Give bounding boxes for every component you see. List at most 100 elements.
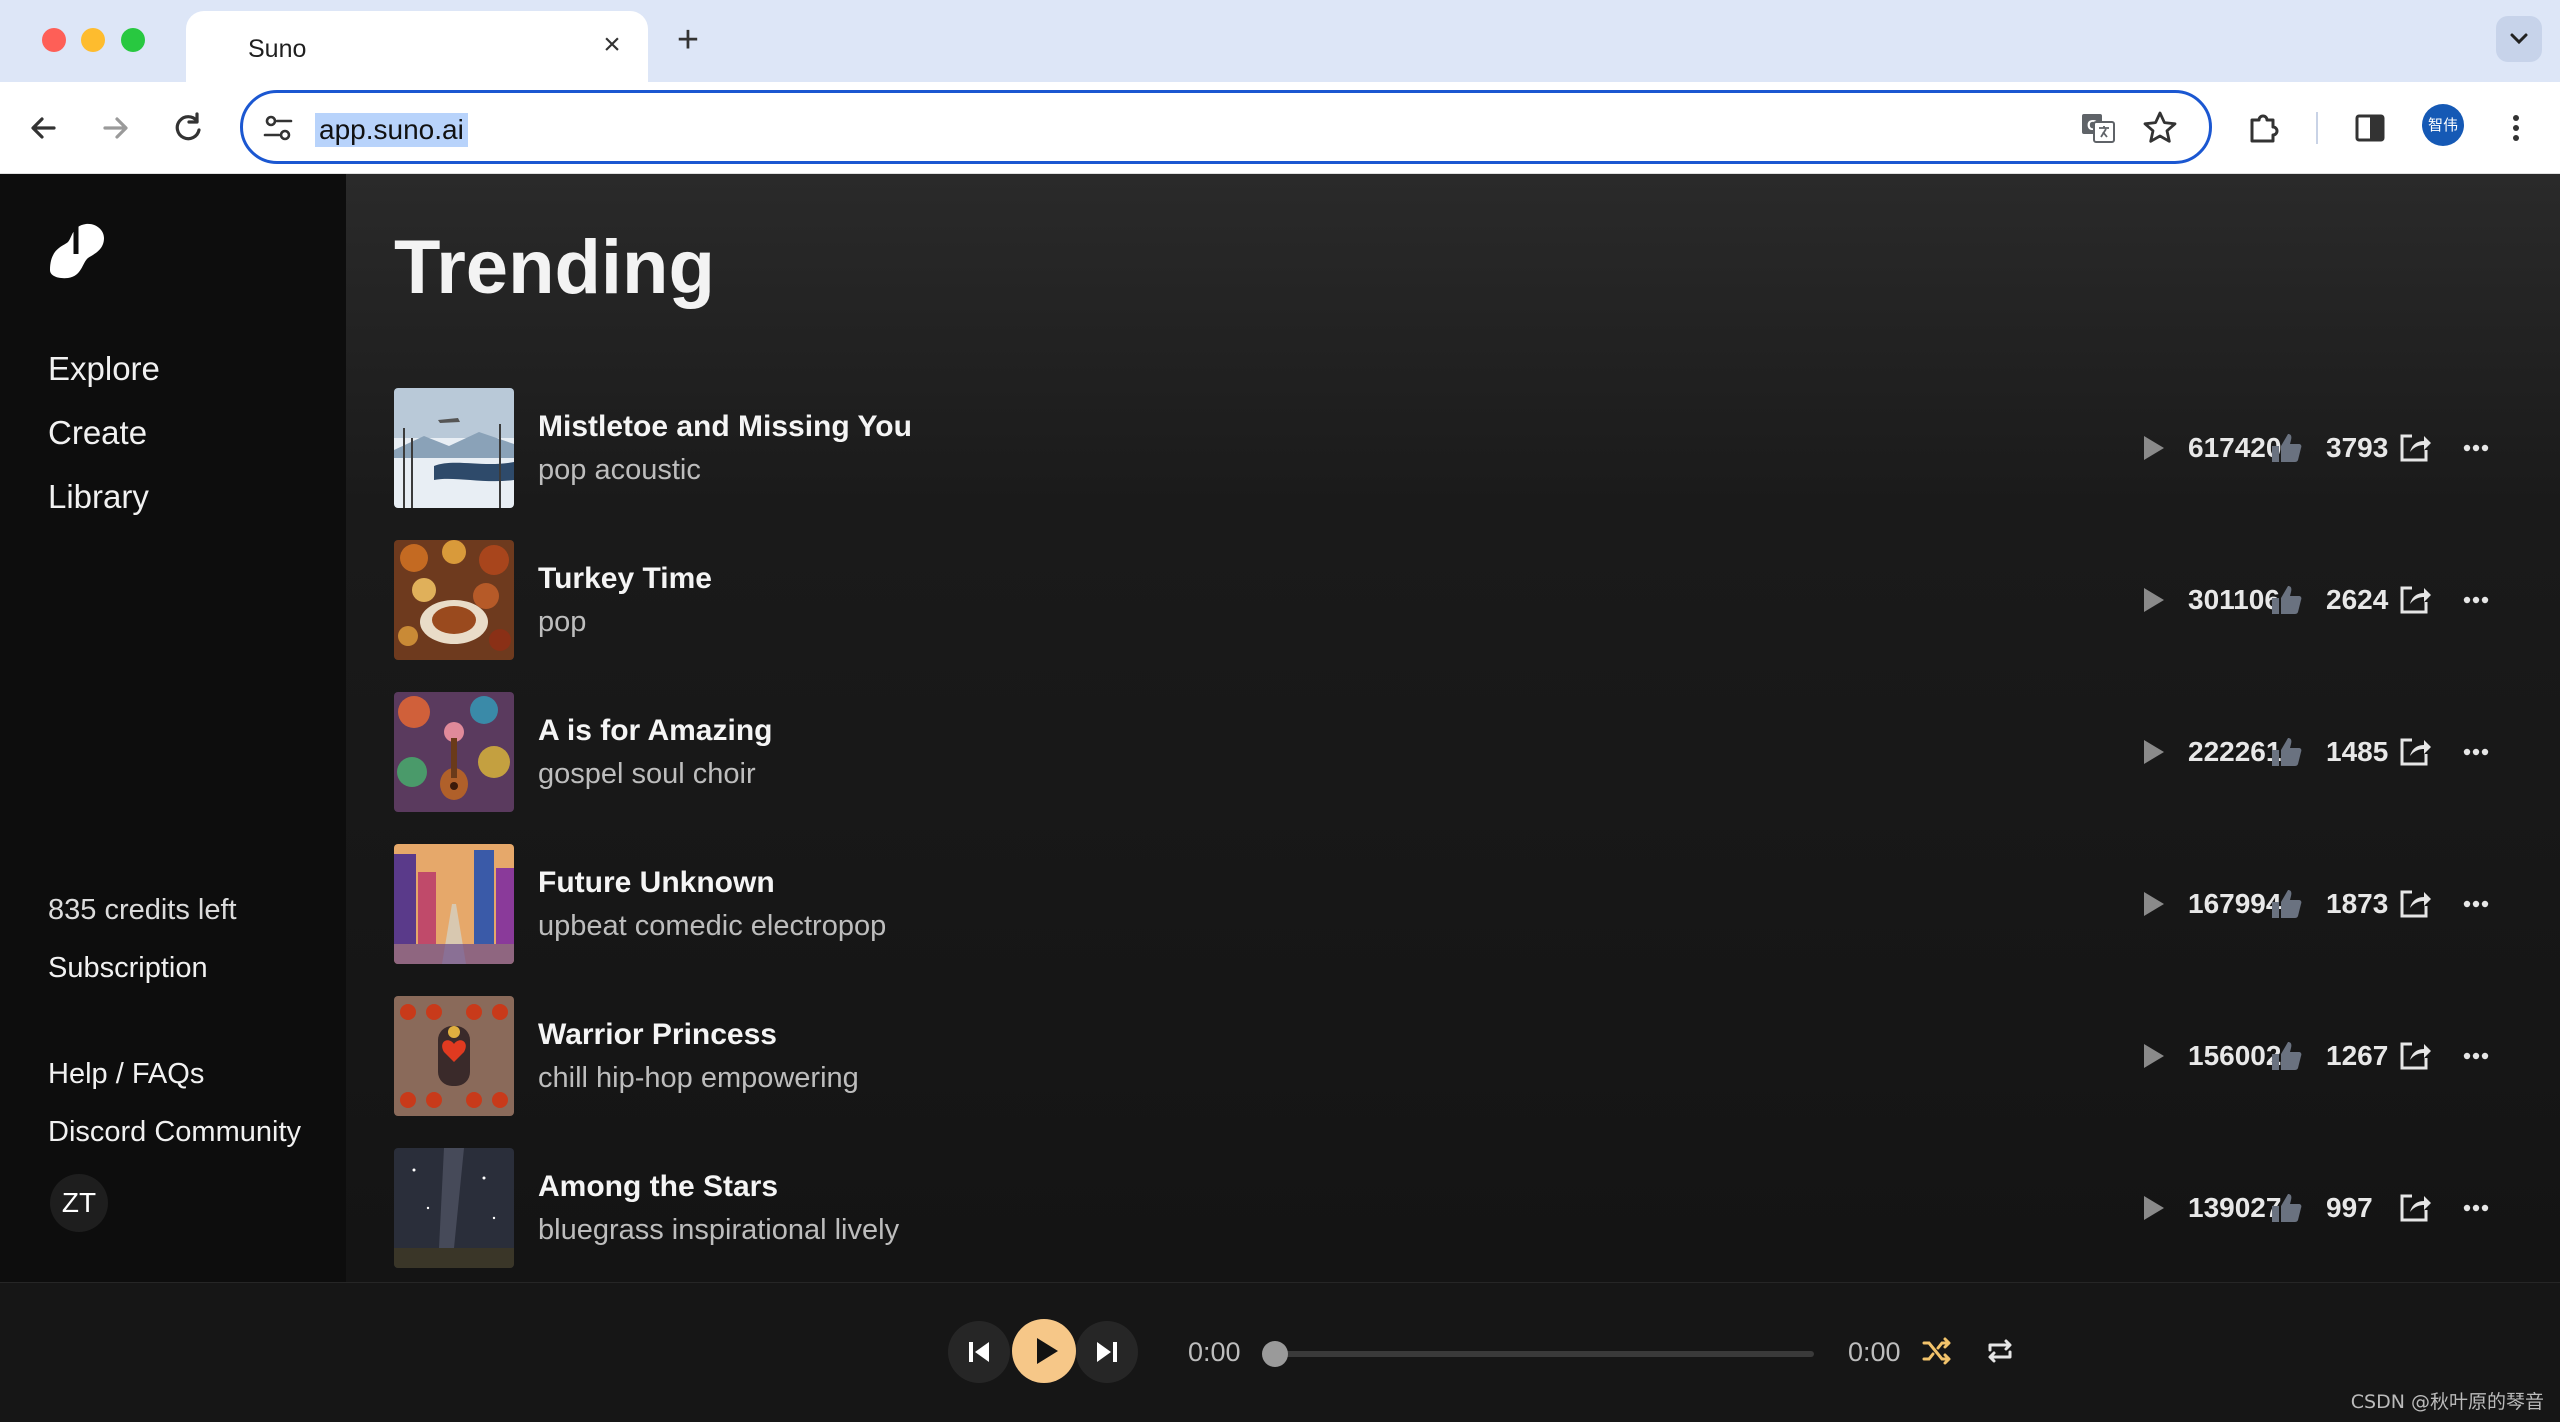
song-title[interactable]: Future Unknown — [538, 866, 775, 900]
song-row[interactable]: Among the Stars bluegrass inspirational … — [394, 1148, 2524, 1268]
like-count: 3793 — [2326, 432, 2389, 463]
share-icon[interactable] — [2394, 732, 2434, 772]
help-faqs-link[interactable]: Help / FAQs — [48, 1058, 204, 1091]
play-icon[interactable] — [2134, 734, 2170, 770]
repeat-icon[interactable] — [1982, 1333, 2018, 1369]
browser-toolbar: app.suno.ai G 智伟 — [0, 82, 2560, 174]
tab-close-icon[interactable]: × — [594, 27, 630, 63]
window-zoom-button[interactable] — [121, 28, 145, 52]
song-row[interactable]: Turkey Time pop 301106 2624 — [394, 540, 2524, 660]
trending-section: Trending Mistletoe and Missing You pop a… — [346, 174, 2560, 1282]
nav-library[interactable]: Library — [48, 478, 149, 516]
previous-track-button[interactable] — [948, 1321, 1010, 1383]
progress-knob[interactable] — [1262, 1341, 1288, 1367]
song-row[interactable]: Warrior Princess chill hip-hop empowerin… — [394, 996, 2524, 1116]
back-arrow-icon[interactable] — [22, 106, 66, 150]
browser-tab-bar: Suno × + — [0, 0, 2560, 82]
play-icon[interactable] — [2134, 1190, 2170, 1226]
nav-explore[interactable]: Explore — [48, 350, 160, 388]
profile-avatar[interactable]: 智伟 — [2422, 104, 2464, 146]
play-icon[interactable] — [2134, 582, 2170, 618]
song-title[interactable]: A is for Amazing — [538, 714, 772, 748]
kebab-menu-icon[interactable] — [2494, 106, 2538, 150]
song-row[interactable]: Future Unknown upbeat comedic electropop… — [394, 844, 2524, 964]
share-icon[interactable] — [2394, 580, 2434, 620]
song-genre: bluegrass inspirational lively — [538, 1214, 900, 1246]
browser-tab-suno[interactable]: Suno × — [186, 11, 648, 82]
page-title: Trending — [394, 225, 715, 310]
song-title[interactable]: Among the Stars — [538, 1170, 778, 1204]
more-options-icon[interactable] — [2456, 884, 2496, 924]
thumbs-up-icon[interactable] — [2266, 428, 2306, 468]
play-icon[interactable] — [2134, 430, 2170, 466]
more-options-icon[interactable] — [2456, 1036, 2496, 1076]
song-genre: pop acoustic — [538, 454, 701, 486]
more-options-icon[interactable] — [2456, 428, 2496, 468]
thumbs-up-icon[interactable] — [2266, 580, 2306, 620]
share-icon[interactable] — [2394, 428, 2434, 468]
window-minimize-button[interactable] — [81, 28, 105, 52]
song-title[interactable]: Mistletoe and Missing You — [538, 410, 912, 444]
nav-create[interactable]: Create — [48, 414, 147, 452]
tab-title: Suno — [248, 35, 307, 63]
player-bar: 0:00 0:00 CSDN @秋叶原的琴音 — [0, 1282, 2560, 1422]
song-cover-image[interactable] — [394, 388, 514, 508]
new-tab-button[interactable]: + — [666, 18, 710, 62]
play-icon[interactable] — [2134, 886, 2170, 922]
like-count: 1267 — [2326, 1040, 2389, 1071]
share-icon[interactable] — [2394, 1188, 2434, 1228]
next-track-button[interactable] — [1076, 1321, 1138, 1383]
tab-search-button[interactable] — [2496, 16, 2542, 62]
chevron-down-icon — [2510, 33, 2528, 45]
song-genre: chill hip-hop empowering — [538, 1062, 859, 1094]
play-icon[interactable] — [2134, 1038, 2170, 1074]
thumbs-up-icon[interactable] — [2266, 732, 2306, 772]
suno-logo-icon[interactable] — [46, 218, 110, 282]
subscription-link[interactable]: Subscription — [48, 952, 208, 985]
bookmark-star-icon[interactable] — [2141, 109, 2179, 147]
song-cover-image[interactable] — [394, 1148, 514, 1268]
duration-time: 0:00 — [1848, 1337, 1901, 1367]
song-genre: gospel soul choir — [538, 758, 756, 790]
song-cover-image[interactable] — [394, 692, 514, 812]
shuffle-icon[interactable] — [1918, 1333, 1954, 1369]
thumbs-up-icon[interactable] — [2266, 884, 2306, 924]
url-text[interactable]: app.suno.ai — [315, 113, 468, 147]
site-settings-icon[interactable] — [261, 111, 295, 145]
user-avatar[interactable]: ZT — [50, 1174, 108, 1232]
credits-left-text: 835 credits left — [48, 894, 237, 926]
extensions-icon[interactable] — [2242, 106, 2286, 150]
sidebar: Explore Create Library 835 credits left … — [0, 174, 346, 1282]
toolbar-divider — [2316, 112, 2318, 144]
share-icon[interactable] — [2394, 884, 2434, 924]
like-count: 997 — [2326, 1192, 2373, 1223]
discord-community-link[interactable]: Discord Community — [48, 1116, 301, 1149]
play-icon — [1037, 1338, 1058, 1364]
translate-icon[interactable]: G — [2079, 109, 2117, 147]
song-title[interactable]: Warrior Princess — [538, 1018, 777, 1052]
suno-app: Explore Create Library 835 credits left … — [0, 174, 2560, 1422]
progress-track[interactable] — [1268, 1351, 1814, 1357]
side-panel-icon[interactable] — [2348, 106, 2392, 150]
song-cover-image[interactable] — [394, 540, 514, 660]
more-options-icon[interactable] — [2456, 580, 2496, 620]
like-count: 1485 — [2326, 736, 2389, 767]
reload-icon[interactable] — [166, 106, 210, 150]
forward-arrow-icon[interactable] — [93, 106, 137, 150]
skip-forward-icon — [1097, 1342, 1117, 1362]
share-icon[interactable] — [2394, 1036, 2434, 1076]
play-pause-button[interactable] — [1012, 1319, 1076, 1383]
song-cover-image[interactable] — [394, 996, 514, 1116]
window-close-button[interactable] — [42, 28, 66, 52]
csdn-watermark: CSDN @秋叶原的琴音 — [2350, 1391, 2544, 1413]
skip-back-icon — [969, 1342, 989, 1362]
song-row[interactable]: A is for Amazing gospel soul choir 22226… — [394, 692, 2524, 812]
thumbs-up-icon[interactable] — [2266, 1036, 2306, 1076]
song-cover-image[interactable] — [394, 844, 514, 964]
song-title[interactable]: Turkey Time — [538, 562, 712, 596]
song-row[interactable]: Mistletoe and Missing You pop acoustic 6… — [394, 388, 2524, 508]
more-options-icon[interactable] — [2456, 1188, 2496, 1228]
thumbs-up-icon[interactable] — [2266, 1188, 2306, 1228]
address-bar[interactable]: app.suno.ai G — [240, 90, 2212, 164]
more-options-icon[interactable] — [2456, 732, 2496, 772]
